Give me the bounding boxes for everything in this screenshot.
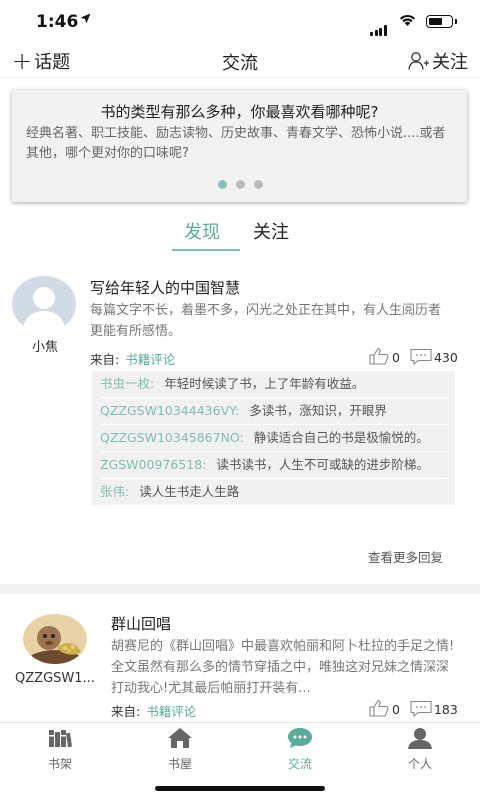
tab-following[interactable]: 关注 [253, 218, 289, 244]
post-body: 胡赛尼的《群山回唱》中最喜欢帕丽和阿卜杜拉的手足之情!全文虽然有那么多的情节穿插… [111, 639, 455, 696]
tab-bookshelf[interactable]: 书架 [20, 727, 100, 772]
nav-bar: + 话题 交流 关注 [0, 44, 480, 78]
reply-author[interactable]: 书虫一枚: [100, 376, 154, 391]
reply-text: 年轻时候读了书，上了年龄有收益。 [164, 376, 365, 391]
reply-author[interactable]: 张伟: [100, 484, 129, 499]
reply-author[interactable]: QZZGSW10344436VY: [100, 403, 239, 418]
like-count: 0 [392, 702, 400, 717]
reply-text: 多读书，涨知识，开眼界 [249, 403, 387, 418]
reply-item[interactable]: 书虫一枚: 年轻时候读了书，上了年龄有收益。 [100, 371, 447, 398]
reply-item[interactable]: 张伟: 读人生书走人生路 [100, 479, 447, 505]
screen: 1:46 + 话题 交流 关注 书的类型有那么多种，你最喜欢看哪种呢? 经典名著… [0, 0, 480, 800]
source-label: 来自: [90, 352, 120, 367]
status-time: 1:46 [36, 12, 79, 32]
status-bar: 1:46 [0, 0, 480, 44]
tab-profile[interactable]: 个人 [380, 727, 460, 772]
post-title[interactable]: 群山回唱 [111, 613, 171, 634]
banner-title: 书的类型有那么多种，你最喜欢看哪种呢? [100, 103, 379, 121]
feed-tabs: 发现 关注 [0, 216, 480, 252]
post-source: 来自: 书籍评论 [90, 349, 175, 368]
source-label: 来自: [111, 704, 141, 719]
user-name[interactable]: 小焦 [0, 336, 90, 355]
post-source: 来自: 书籍评论 [111, 701, 196, 720]
follow-button[interactable]: 关注 [408, 48, 468, 74]
reply-item[interactable]: QZZGSW10345867NO: 静读适合自己的书是极愉悦的。 [100, 425, 447, 452]
reply-author[interactable]: QZZGSW10345867NO: [100, 430, 244, 445]
bookshelf-icon [20, 727, 100, 753]
thumb-up-icon[interactable] [368, 699, 390, 720]
thumb-up-icon[interactable] [368, 347, 390, 368]
avatar[interactable] [12, 276, 76, 332]
avatar[interactable] [23, 614, 87, 664]
view-more-replies-link[interactable]: 查看更多回复 [368, 547, 443, 566]
pagination-dot[interactable] [218, 180, 227, 189]
user-name[interactable]: QZZGSW1... [10, 671, 100, 686]
tab-indicator [172, 249, 240, 251]
chat-icon [260, 727, 340, 753]
source-link[interactable]: 书籍评论 [125, 352, 175, 367]
post-stats: 0 183 [368, 699, 458, 720]
tab-exchange[interactable]: 交流 [260, 727, 340, 772]
post-title[interactable]: 写给年轻人的中国智慧 [90, 277, 240, 298]
home-icon [140, 727, 220, 753]
post-body: 每篇文字不长，着墨不多，闪光之处正在其中，有人生阅历者更能有所感悟。 [90, 303, 442, 339]
comment-icon[interactable] [410, 700, 432, 720]
reply-text: 读书读书，人生不可或缺的进步阶梯。 [216, 457, 429, 472]
reply-author[interactable]: ZGSW00976518: [100, 457, 206, 472]
location-arrow-icon [80, 13, 91, 28]
comment-count: 430 [433, 350, 458, 365]
reply-text: 静读适合自己的书是极愉悦的。 [253, 430, 429, 445]
topic-banner[interactable]: 书的类型有那么多种，你最喜欢看哪种呢? 经典名著、职工技能、励志读物、历史故事、… [12, 90, 467, 202]
source-link[interactable]: 书籍评论 [146, 704, 196, 719]
section-divider [0, 584, 480, 594]
battery-icon [426, 15, 457, 28]
person-icon [380, 727, 460, 753]
tab-bookhouse[interactable]: 书屋 [140, 727, 220, 772]
tab-label: 书架 [47, 757, 72, 771]
banner-pagination [218, 180, 272, 189]
banner-text: 经典名著、职工技能、励志读物、历史故事、青春文学、恐怖小说....或者其他，哪个… [26, 126, 446, 161]
reply-list: 书虫一枚: 年轻时候读了书，上了年龄有收益。 QZZGSW10344436VY: 多… [92, 371, 455, 505]
post-stats: 0 430 [368, 347, 458, 368]
tab-label: 个人 [407, 757, 432, 771]
reply-item[interactable]: QZZGSW10344436VY: 多读书，涨知识，开眼界 [100, 398, 447, 425]
comment-icon[interactable] [410, 348, 432, 368]
like-count: 0 [392, 350, 400, 365]
add-user-icon [408, 51, 430, 71]
wifi-icon [398, 12, 417, 31]
reply-text: 读人生书走人生路 [139, 484, 240, 499]
pagination-dot[interactable] [236, 180, 245, 189]
tab-label: 书屋 [167, 757, 192, 771]
follow-label: 关注 [432, 52, 468, 73]
comment-count: 183 [433, 702, 458, 717]
cellular-signal-icon [370, 17, 388, 36]
tab-discover[interactable]: 发现 [184, 218, 220, 244]
pagination-dot[interactable] [254, 180, 263, 189]
reply-item[interactable]: ZGSW00976518: 读书读书，人生不可或缺的进步阶梯。 [100, 452, 447, 479]
tab-label: 交流 [287, 757, 312, 771]
home-indicator[interactable] [155, 786, 325, 791]
